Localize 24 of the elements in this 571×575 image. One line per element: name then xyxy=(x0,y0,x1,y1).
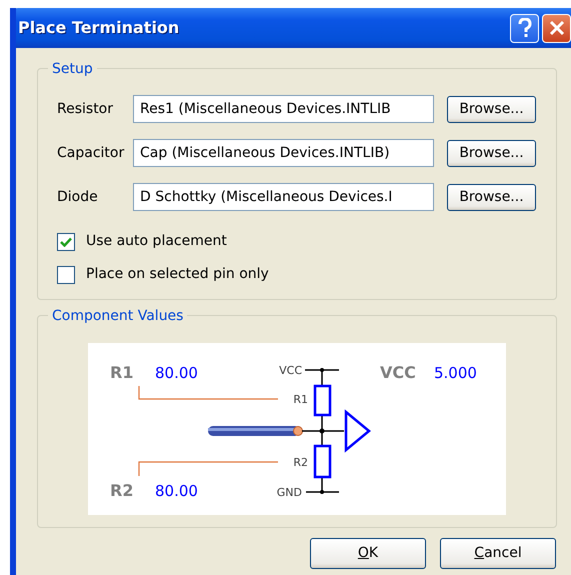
voltage-value: 5.000 xyxy=(434,364,477,382)
field-label: Diode xyxy=(57,188,99,206)
resistor-value: 80.00 xyxy=(155,482,198,500)
text-field[interactable]: D Schottky (Miscellaneous Devices.I xyxy=(133,183,434,211)
resistor-label: R1 xyxy=(110,363,134,382)
text-field[interactable]: Res1 (Miscellaneous Devices.INTLIB xyxy=(133,95,434,123)
pin-label: R1 xyxy=(293,393,308,406)
pin-label: VCC xyxy=(279,364,302,377)
resistor-label: R2 xyxy=(110,481,134,500)
browse-button[interactable]: Browse... xyxy=(447,184,536,210)
pin-label: R2 xyxy=(293,456,308,469)
field-label: Capacitor xyxy=(57,144,126,162)
window-title: Place Termination xyxy=(18,17,180,39)
text-field[interactable]: Cap (Miscellaneous Devices.INTLIB) xyxy=(133,139,434,167)
voltage-label: VCC xyxy=(380,363,416,382)
dialog-button[interactable]: Cancel xyxy=(440,538,556,569)
dialog-button[interactable]: OK xyxy=(310,538,426,569)
checkbox-label: Place on selected pin only xyxy=(86,265,269,284)
pin-label: GND xyxy=(276,486,302,499)
browse-button[interactable]: Browse... xyxy=(447,140,536,166)
resistor-value: 80.00 xyxy=(155,364,198,382)
browse-button[interactable]: Browse... xyxy=(447,96,536,122)
field-label: Resistor xyxy=(57,100,114,118)
checkbox-label: Use auto placement xyxy=(86,232,227,251)
